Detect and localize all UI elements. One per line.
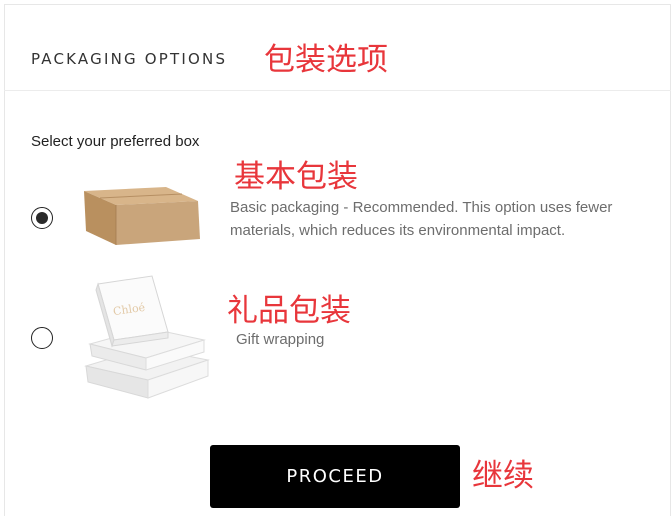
basic-packaging-radio[interactable] xyxy=(31,207,53,229)
basic-packaging-description-line1: Basic packaging - Recommended. This opti… xyxy=(230,199,613,216)
proceed-button[interactable]: PROCEED xyxy=(210,445,460,508)
gift-wrapping-annotation: 礼品包装 xyxy=(227,293,351,329)
section-title: PACKAGING OPTIONS xyxy=(31,50,228,68)
packaging-panel xyxy=(4,4,671,516)
basic-packaging-description-line2: materials, which reduces its environment… xyxy=(230,222,566,239)
basic-packaging-annotation: 基本包装 xyxy=(234,159,358,195)
radio-selected-dot xyxy=(35,211,48,224)
title-annotation: 包装选项 xyxy=(264,42,388,78)
cardboard-box-image xyxy=(84,187,200,245)
gift-boxes-image xyxy=(84,275,210,399)
proceed-annotation: 继续 xyxy=(472,458,534,494)
gift-wrapping-radio[interactable] xyxy=(31,327,53,349)
header-divider xyxy=(4,90,671,91)
gift-wrapping-description: Gift wrapping xyxy=(236,331,325,348)
select-box-prompt: Select your preferred box xyxy=(31,133,200,150)
